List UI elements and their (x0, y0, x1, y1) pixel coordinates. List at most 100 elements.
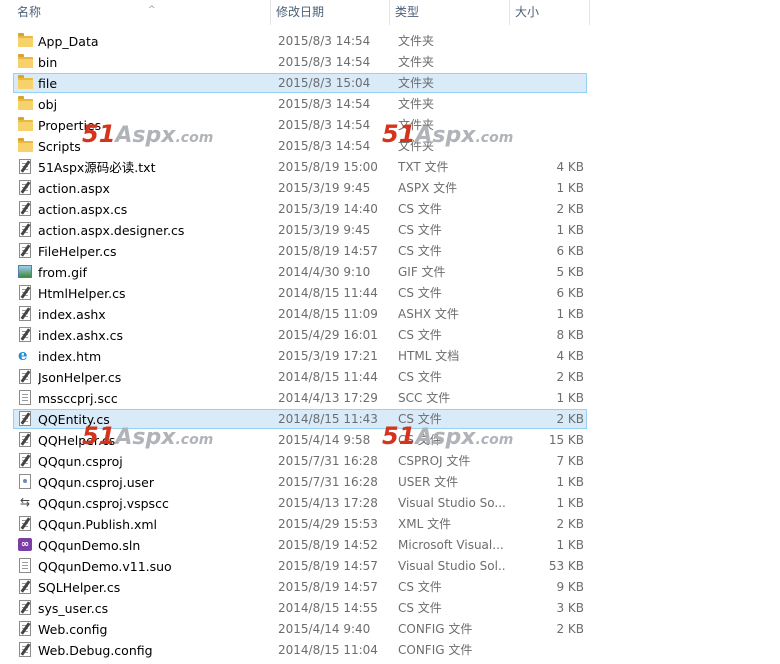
file-date: 2015/7/31 16:28 (278, 454, 378, 468)
file-row[interactable]: App_Data 2015/8/3 14:54 文件夹 (0, 31, 780, 52)
text-file-icon (17, 453, 35, 470)
file-row[interactable]: ∞ QQqunDemo.sln 2015/8/19 14:52 Microsoft V… (0, 535, 780, 556)
file-type: CS 文件 (398, 370, 442, 384)
file-type: TXT 文件 (398, 160, 449, 174)
column-date-label: 修改日期 (276, 5, 325, 19)
file-size: 2 KB (556, 412, 584, 426)
file-size: 2 KB (556, 202, 584, 216)
folder-icon (17, 138, 35, 155)
file-date: 2015/8/19 14:57 (278, 244, 378, 258)
file-row[interactable]: QQqun.Publish.xml 2015/4/29 15:53 XML 文件 2 … (0, 514, 780, 535)
ie-html-icon: e (18, 348, 28, 364)
file-size: 4 KB (556, 349, 584, 363)
column-name-label: 名称 (17, 5, 42, 19)
file-type: CONFIG 文件 (398, 643, 473, 657)
file-size: 1 KB (556, 538, 584, 552)
file-row[interactable]: QQEntity.cs 2014/8/15 11:43 CS 文件 2 KB (0, 409, 780, 430)
file-name: FileHelper.cs (38, 244, 117, 259)
file-size: 15 KB (548, 433, 584, 447)
file-name: QQqun.Publish.xml (38, 517, 158, 532)
file-row[interactable]: from.gif 2014/4/30 9:10 GIF 文件 5 KB (0, 262, 780, 283)
file-row[interactable]: HtmlHelper.cs 2014/8/15 11:44 CS 文件 6 KB (0, 283, 780, 304)
file-name: HtmlHelper.cs (38, 286, 126, 301)
file-type: CS 文件 (398, 433, 442, 447)
folder-icon (17, 96, 35, 113)
file-row[interactable]: sys_user.cs 2014/8/15 14:55 CS 文件 3 KB (0, 598, 780, 619)
file-name: from.gif (38, 265, 87, 280)
file-size (506, 640, 584, 661)
text-file-icon (17, 621, 35, 638)
column-header-date[interactable]: 修改日期 (271, 0, 390, 25)
text-file-icon (17, 201, 35, 218)
file-size: 1 KB (556, 307, 584, 321)
file-size: 2 KB (556, 517, 584, 531)
file-row[interactable]: Web.config 2015/4/14 9:40 CONFIG 文件 2 KB (0, 619, 780, 640)
file-name: App_Data (38, 34, 99, 49)
column-header-name[interactable]: 名称 ^ (12, 0, 271, 25)
file-row[interactable]: e index.htm 2015/3/19 17:21 HTML 文档 4 KB (0, 346, 780, 367)
file-row[interactable]: obj 2015/8/3 14:54 文件夹 (0, 94, 780, 115)
file-type: CS 文件 (398, 601, 442, 615)
file-type: SCC 文件 (398, 391, 451, 405)
file-row[interactable]: bin 2015/8/3 14:54 文件夹 (0, 52, 780, 73)
file-row[interactable]: Properties 2015/8/3 14:54 文件夹 (0, 115, 780, 136)
file-name: QQHelper.cs (38, 433, 116, 448)
text-file-icon (17, 306, 35, 323)
file-size: 6 KB (556, 286, 584, 300)
file-date: 2014/8/15 11:44 (278, 286, 378, 300)
file-type: CS 文件 (398, 202, 442, 216)
file-type: CS 文件 (398, 580, 442, 594)
file-size (506, 31, 584, 52)
file-size: 2 KB (556, 622, 584, 636)
file-row[interactable]: 51Aspx源码必读.txt 2015/8/19 15:00 TXT 文件 4 KB (0, 157, 780, 178)
file-size: 1 KB (556, 181, 584, 195)
file-row[interactable]: index.ashx 2014/8/15 11:09 ASHX 文件 1 KB (0, 304, 780, 325)
file-type: HTML 文档 (398, 349, 460, 363)
file-size: 8 KB (556, 328, 584, 342)
file-name: action.aspx (38, 181, 110, 196)
text-file-icon (17, 432, 35, 449)
file-row[interactable]: QQqun.csproj.user 2015/7/31 16:28 USER 文件 1… (0, 472, 780, 493)
text-file-icon (17, 369, 35, 386)
file-size: 1 KB (556, 475, 584, 489)
file-date: 2014/8/15 11:09 (278, 307, 378, 321)
file-type: Microsoft Visual... (398, 538, 504, 552)
file-row[interactable]: action.aspx.cs 2015/3/19 14:40 CS 文件 2 KB (0, 199, 780, 220)
file-type: 文件夹 (398, 55, 435, 69)
file-row[interactable]: mssccprj.scc 2014/4/13 17:29 SCC 文件 1 KB (0, 388, 780, 409)
file-type: CONFIG 文件 (398, 622, 473, 636)
file-size: 1 KB (556, 391, 584, 405)
file-row[interactable]: action.aspx.designer.cs 2015/3/19 9:45 CS … (0, 220, 780, 241)
file-row[interactable]: FileHelper.cs 2015/8/19 14:57 CS 文件 6 KB (0, 241, 780, 262)
file-row[interactable]: action.aspx 2015/3/19 9:45 ASPX 文件 1 KB (0, 178, 780, 199)
column-header-size[interactable]: 大小 (510, 0, 590, 25)
file-row[interactable]: QQHelper.cs 2015/4/14 9:58 CS 文件 15 KB (0, 430, 780, 451)
file-size: 1 KB (556, 496, 584, 510)
file-row[interactable]: index.ashx.cs 2015/4/29 16:01 CS 文件 8 KB (0, 325, 780, 346)
file-name: QQqunDemo.v11.suo (38, 559, 172, 574)
file-row[interactable]: Web.Debug.config 2014/8/15 11:04 CONFIG 文件 (0, 640, 780, 661)
file-date: 2015/8/3 15:04 (278, 76, 371, 90)
file-date: 2015/8/19 14:52 (278, 538, 378, 552)
column-header-type[interactable]: 类型 (390, 0, 510, 25)
text-file-icon (17, 222, 35, 239)
file-date: 2015/8/3 14:54 (278, 34, 371, 48)
file-name: JsonHelper.cs (38, 370, 122, 385)
file-date: 2015/4/13 17:28 (278, 496, 378, 510)
file-date: 2015/3/19 9:45 (278, 181, 371, 195)
file-name: QQqun.csproj (38, 454, 123, 469)
file-row[interactable]: QQqunDemo.v11.suo 2015/8/19 14:57 Visual S… (0, 556, 780, 577)
file-row[interactable]: SQLHelper.cs 2015/8/19 14:57 CS 文件 9 KB (0, 577, 780, 598)
file-name: 51Aspx源码必读.txt (38, 160, 156, 175)
file-row[interactable]: ⇆ QQqun.csproj.vspscc 2015/4/13 17:28 Visua… (0, 493, 780, 514)
file-date: 2014/4/13 17:29 (278, 391, 378, 405)
file-date: 2014/8/15 14:55 (278, 601, 378, 615)
file-size (506, 52, 584, 73)
file-row[interactable]: Scripts 2015/8/3 14:54 文件夹 (0, 136, 780, 157)
file-date: 2015/3/19 9:45 (278, 223, 371, 237)
file-date: 2015/3/19 14:40 (278, 202, 378, 216)
text-file-icon (17, 600, 35, 617)
file-row[interactable]: QQqun.csproj 2015/7/31 16:28 CSPROJ 文件 7 KB (0, 451, 780, 472)
file-row[interactable]: file 2015/8/3 15:04 文件夹 (0, 73, 780, 94)
file-row[interactable]: JsonHelper.cs 2014/8/15 11:44 CS 文件 2 KB (0, 367, 780, 388)
